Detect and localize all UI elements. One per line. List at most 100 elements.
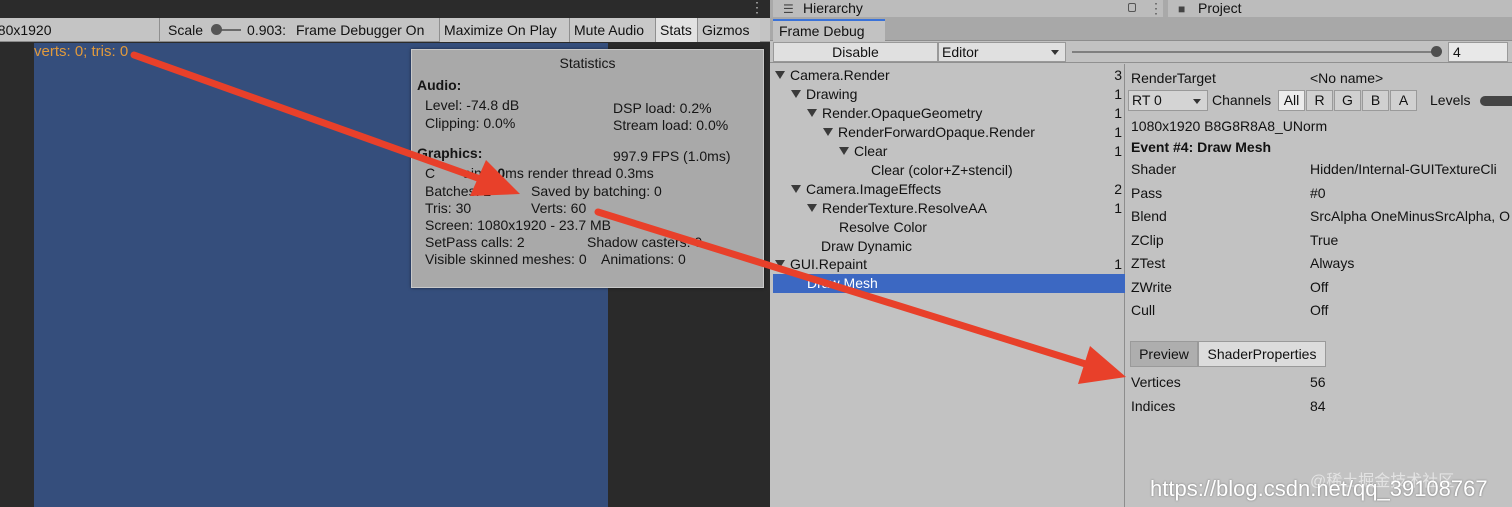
- cpu-main-label: ain: [463, 165, 482, 181]
- property-value: Off: [1310, 278, 1329, 295]
- frame-debugger-on-button[interactable]: Frame Debugger On: [296, 22, 424, 38]
- tree-row[interactable]: Camera.Render 3: [773, 66, 1125, 85]
- tree-row-count: 2: [1114, 181, 1122, 197]
- cpu-render-thread: ms render thread 0.3ms: [505, 165, 654, 181]
- tree-row[interactable]: Drawing 1: [773, 85, 1125, 104]
- scale-slider[interactable]: [211, 23, 242, 35]
- fps-value: 997.9 FPS (1.0ms): [613, 148, 731, 164]
- channel-r-button[interactable]: R: [1306, 90, 1333, 111]
- frame-debug-toolbar: Disable Editor 4: [770, 41, 1512, 63]
- property-key: Cull: [1131, 302, 1156, 318]
- disable-label: Disable: [832, 44, 879, 60]
- cpu-main-line: Cain 1.0ms render thread 0.3ms: [425, 165, 654, 181]
- tree-row-label: GUI.Repaint: [790, 256, 868, 272]
- expand-arrow-icon[interactable]: [791, 90, 801, 98]
- frame-debug-tab-row: Frame Debug: [770, 17, 1512, 42]
- indices-value: 84: [1310, 398, 1326, 414]
- channel-b-button[interactable]: B: [1362, 90, 1389, 111]
- tree-row-label: Draw Mesh: [807, 275, 878, 291]
- tree-row-label: Draw Dynamic: [821, 238, 913, 254]
- gizmos-button[interactable]: Gizmos: [698, 17, 760, 42]
- disable-button[interactable]: Disable: [773, 42, 938, 62]
- levels-slider[interactable]: [1480, 96, 1512, 106]
- more-options-icon[interactable]: ⋮: [1149, 0, 1163, 16]
- tab-project[interactable]: ■ Project: [1168, 0, 1512, 17]
- maximize-on-play-button[interactable]: Maximize On Play: [440, 17, 570, 42]
- mute-audio-button[interactable]: Mute Audio: [570, 17, 656, 42]
- lock-icon[interactable]: [1128, 3, 1136, 12]
- chevron-down-icon: [1193, 99, 1201, 104]
- game-toolbar: 080x1920 Scale 0.903: Frame Debugger On …: [0, 17, 770, 42]
- channel-g-button[interactable]: G: [1334, 90, 1361, 111]
- channel-all-button[interactable]: All: [1278, 90, 1305, 111]
- tree-row-count: 1: [1114, 86, 1122, 102]
- tree-row[interactable]: Render.OpaqueGeometry 1: [773, 104, 1125, 123]
- maximize-on-play-label: Maximize On Play: [444, 21, 557, 38]
- game-view: ⋮ 080x1920 Scale 0.903: Frame Debugger O…: [0, 0, 770, 507]
- scale-control: Scale 0.903: Frame Debugger On: [160, 17, 440, 42]
- property-key: Shader: [1131, 161, 1177, 177]
- tree-row-count: 1: [1114, 143, 1122, 159]
- event-tree: Camera.Render 3 Drawing 1 Render.OpaqueGeome…: [773, 64, 1125, 507]
- event-number-field[interactable]: 4: [1448, 42, 1508, 62]
- scale-slider-handle[interactable]: [211, 23, 223, 35]
- batches: Batches: 2: [425, 183, 492, 199]
- tree-row[interactable]: Resolve Color: [773, 218, 1125, 237]
- tree-row[interactable]: Clear (color+Z+stencil): [773, 161, 1125, 180]
- tree-row-label: Render.OpaqueGeometry: [822, 105, 983, 121]
- setpass-calls: SetPass calls: 2: [425, 234, 525, 250]
- channel-a-button[interactable]: A: [1390, 90, 1417, 111]
- tree-row-label: Resolve Color: [839, 219, 927, 235]
- tab-frame-debug[interactable]: Frame Debug: [773, 19, 885, 42]
- tab-hierarchy[interactable]: ☰ Hierarchy ⋮: [773, 0, 1163, 17]
- tree-row-label: Clear (color+Z+stencil): [871, 162, 1013, 178]
- event-slider-handle[interactable]: [1431, 46, 1442, 57]
- levels-label: Levels: [1430, 92, 1471, 108]
- tab-preview[interactable]: Preview: [1130, 341, 1198, 367]
- event-details: RenderTarget <No name> RT 0 Channels All…: [1126, 64, 1512, 507]
- property-value: Always: [1310, 255, 1355, 271]
- statistics-panel: Statistics Audio: Level: -74.8 dB Clippi…: [411, 49, 764, 288]
- expand-arrow-icon[interactable]: [807, 109, 817, 117]
- top-tab-row: ☰ Hierarchy ⋮ ■ Project: [770, 0, 1512, 17]
- expand-arrow-icon[interactable]: [775, 71, 785, 79]
- expand-arrow-icon[interactable]: [823, 128, 833, 136]
- tree-row[interactable]: RenderForwardOpaque.Render 1: [773, 123, 1125, 142]
- resolution-dropdown[interactable]: 080x1920: [0, 17, 160, 42]
- tree-row-label: Camera.Render: [790, 67, 890, 83]
- tab-hierarchy-label: Hierarchy: [803, 0, 863, 16]
- property-value: True: [1310, 231, 1339, 248]
- tree-row[interactable]: RenderTexture.ResolveAA 1: [773, 199, 1125, 218]
- tab-shader-properties[interactable]: ShaderProperties: [1198, 341, 1326, 367]
- scale-label: Scale: [168, 21, 204, 38]
- expand-arrow-icon[interactable]: [791, 185, 801, 193]
- expand-arrow-icon[interactable]: [839, 147, 849, 155]
- more-options-icon[interactable]: ⋮: [750, 0, 764, 14]
- target-dropdown[interactable]: Editor: [938, 42, 1066, 62]
- tree-row[interactable]: Draw Mesh: [773, 274, 1125, 293]
- render-target-format: 1080x1920 B8G8R8A8_UNorm: [1131, 118, 1328, 134]
- tree-row-count: 1: [1114, 256, 1122, 272]
- audio-level: Level: -74.8 dB: [425, 97, 520, 113]
- stats-button[interactable]: Stats: [656, 17, 698, 42]
- rt-select-label: RT 0: [1132, 92, 1162, 108]
- rt-select[interactable]: RT 0: [1128, 90, 1208, 111]
- tree-row[interactable]: Camera.ImageEffects 2: [773, 180, 1125, 199]
- folder-icon: ■: [1178, 2, 1186, 16]
- tree-row[interactable]: Clear 1: [773, 142, 1125, 161]
- tree-row-count: 3: [1114, 67, 1122, 83]
- expand-arrow-icon[interactable]: [807, 204, 817, 212]
- watermark-url: https://blog.csdn.net/qq_39108767: [1150, 476, 1488, 501]
- game-tab-strip: ⋮: [0, 0, 770, 18]
- property-value: Off: [1310, 302, 1329, 318]
- expand-arrow-icon[interactable]: [775, 260, 785, 268]
- tree-row[interactable]: GUI.Repaint 1: [773, 255, 1125, 274]
- dsp-load: DSP load: 0.2%: [613, 100, 712, 116]
- event-slider[interactable]: [1072, 51, 1436, 53]
- hierarchy-icon: ☰: [783, 2, 794, 16]
- stream-load: Stream load: 0.0%: [613, 117, 729, 133]
- tree-row[interactable]: Draw Dynamic: [773, 237, 1125, 256]
- channels-label: Channels: [1212, 92, 1272, 108]
- graphics-heading: Graphics:: [417, 145, 483, 161]
- audio-heading: Audio:: [417, 77, 462, 93]
